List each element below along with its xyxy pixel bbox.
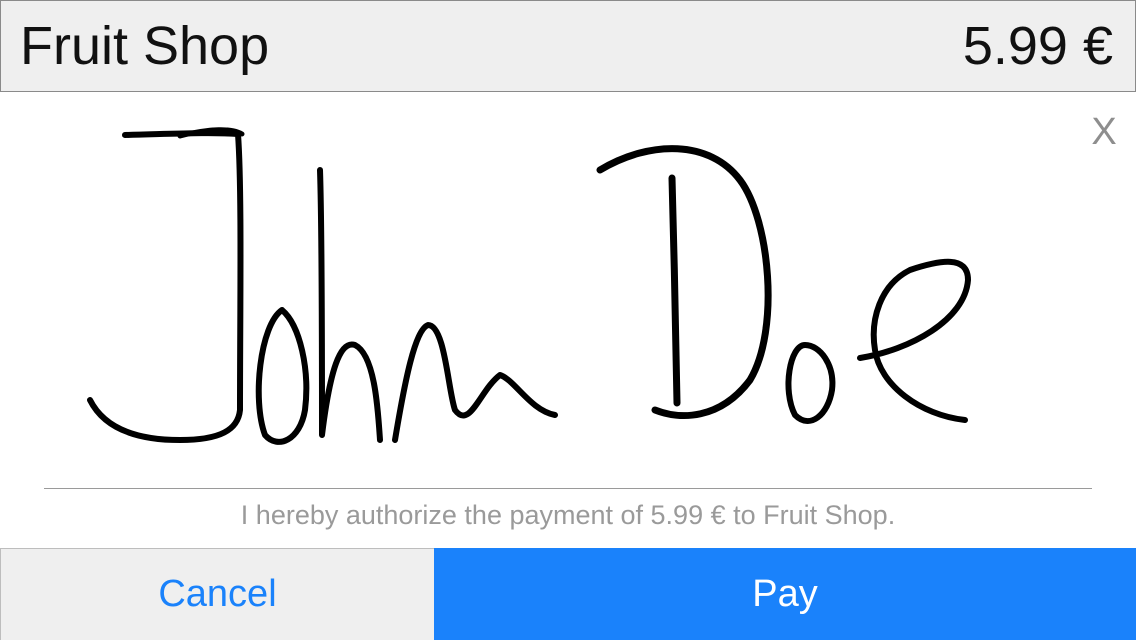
authorization-text: I hereby authorize the payment of 5.99 €…: [240, 500, 896, 530]
signature-stroke-j: [87, 130, 244, 443]
merchant-title: Fruit Shop: [20, 16, 270, 76]
clear-signature-button[interactable]: X: [1088, 112, 1120, 152]
signature-stroke-o2: [785, 342, 836, 424]
pay-button[interactable]: Pay: [434, 548, 1136, 640]
payment-amount: 5.99 €: [962, 16, 1113, 76]
signature-stroke-e: [857, 258, 971, 423]
signature-line: [44, 488, 1092, 489]
signature-stroke-d-stem: [668, 174, 681, 407]
signature-stroke-h: [317, 167, 383, 443]
signature-stroke-d-bowl: [596, 145, 772, 419]
signature-canvas[interactable]: [60, 110, 1000, 470]
cancel-button[interactable]: Cancel: [0, 548, 434, 640]
header-bar: Fruit Shop 5.99 €: [0, 0, 1136, 92]
payment-signature-screen: Fruit Shop 5.99 € X I hereby authorize t…: [0, 0, 1136, 640]
signature-stroke-o: [255, 307, 310, 445]
signature-stroke-n: [392, 322, 558, 443]
